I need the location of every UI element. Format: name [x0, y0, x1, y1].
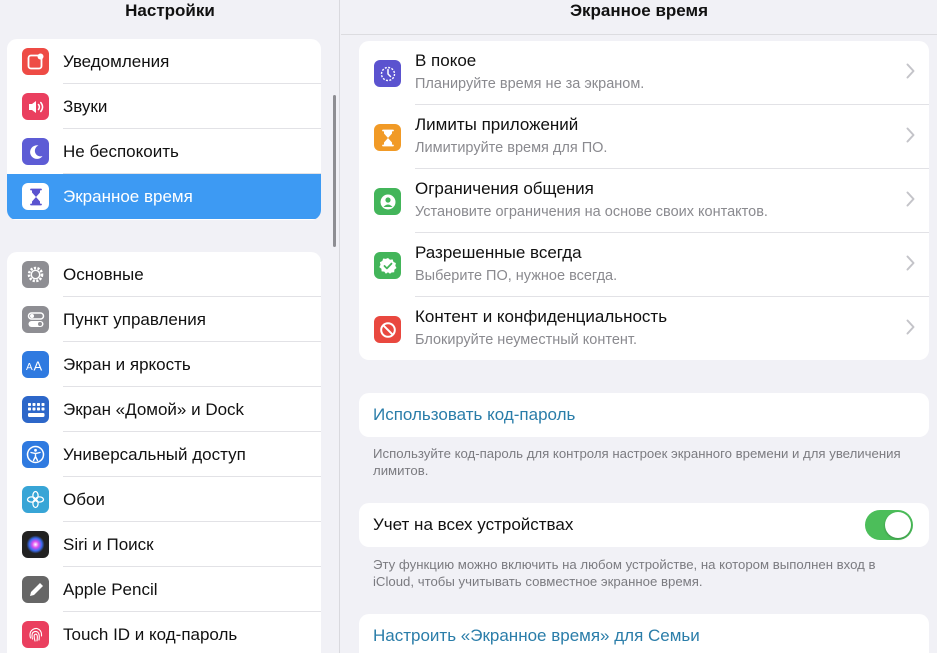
grid-icon: [22, 396, 49, 423]
sidebar-group-1: Уведомления Звуки Не беспокоить Экранное…: [7, 39, 321, 220]
scrollbar[interactable]: [333, 95, 336, 247]
share-across-devices-toggle[interactable]: [865, 510, 913, 540]
hourglass-icon: [374, 124, 401, 151]
sidebar-item-do-not-disturb[interactable]: Не беспокоить: [7, 129, 321, 174]
settings-sidebar: Настройки Уведомления Звуки Не беспокоит…: [0, 0, 340, 653]
share-across-devices-group: Учет на всех устройствах: [359, 503, 929, 547]
row-subtitle: Планируйте время не за экраном.: [415, 76, 645, 92]
passcode-group: Использовать код-пароль: [359, 393, 929, 437]
screen-time-pane: Экранное время В покое Планируйте время …: [341, 0, 937, 653]
sidebar-group-2: Основные Пункт управления AA Экран и ярк…: [7, 252, 321, 653]
checkmark-badge-icon: [374, 252, 401, 279]
hourglass-icon: [22, 183, 49, 210]
row-title: Контент и конфиденциальность: [415, 307, 668, 326]
gear-icon: [22, 261, 49, 288]
fingerprint-icon: [22, 621, 49, 648]
share-across-devices-label: Учет на всех устройствах: [373, 515, 574, 534]
sidebar-item-sounds[interactable]: Звуки: [7, 84, 321, 129]
family-group: Настроить «Экранное время» для Семьи: [359, 614, 929, 653]
flower-icon: [22, 486, 49, 513]
sidebar-item-label: Экран «Домой» и Dock: [63, 400, 245, 419]
sidebar-item-accessibility[interactable]: Универсальный доступ: [7, 432, 321, 477]
page-title: Экранное время: [569, 1, 709, 20]
setup-family-link[interactable]: Настроить «Экранное время» для Семьи: [373, 614, 700, 653]
text-size-icon: AA: [22, 351, 49, 378]
chevron-right-icon: [906, 191, 915, 207]
sidebar-item-label: Универсальный доступ: [63, 445, 246, 464]
header-divider: [341, 34, 937, 35]
sidebar-title: Настройки: [125, 1, 215, 20]
downtime-icon: [374, 60, 401, 87]
sidebar-item-wallpaper[interactable]: Обои: [7, 477, 321, 522]
sidebar-item-touch-id-passcode[interactable]: Touch ID и код-пароль: [7, 612, 321, 653]
chevron-right-icon: [906, 255, 915, 271]
sidebar-item-label: Звуки: [63, 97, 108, 116]
row-subtitle: Лимитируйте время для ПО.: [415, 140, 608, 156]
sidebar-item-home-screen-dock[interactable]: Экран «Домой» и Dock: [7, 387, 321, 432]
notifications-icon: [22, 48, 49, 75]
sidebar-item-display-brightness[interactable]: AA Экран и яркость: [7, 342, 321, 387]
pencil-icon: [22, 576, 49, 603]
row-title: Разрешенные всегда: [415, 243, 582, 262]
sidebar-item-general[interactable]: Основные: [7, 252, 321, 297]
sidebar-item-label: Siri и Поиск: [63, 535, 154, 554]
screen-time-features-group: В покое Планируйте время не за экраном. …: [359, 41, 929, 360]
devices-footer-text: Эту функцию можно включить на любом устр…: [373, 557, 876, 589]
restriction-icon: [374, 316, 401, 343]
row-content-privacy[interactable]: Контент и конфиденциальность Блокируйте …: [359, 297, 929, 360]
use-passcode-link[interactable]: Использовать код-пароль: [373, 393, 575, 437]
svg-text:A: A: [26, 362, 33, 372]
sidebar-item-label: Обои: [63, 490, 105, 509]
row-app-limits[interactable]: Лимиты приложений Лимитируйте время для …: [359, 105, 929, 169]
sidebar-item-label: Основные: [63, 265, 144, 284]
sidebar-item-siri-search[interactable]: Siri и Поиск: [7, 522, 321, 567]
sidebar-item-label: Уведомления: [63, 52, 170, 71]
passcode-footer-text: Используйте код-пароль для контроля наст…: [373, 446, 901, 478]
sidebar-item-screen-time[interactable]: Экранное время: [7, 174, 321, 219]
siri-icon: [22, 531, 49, 558]
row-subtitle: Установите ограничения на основе своих к…: [415, 204, 768, 220]
row-title: В покое: [415, 51, 477, 70]
sidebar-item-label: Пункт управления: [63, 310, 206, 329]
toggles-icon: [22, 306, 49, 333]
row-always-allowed[interactable]: Разрешенные всегда Выберите ПО, нужное в…: [359, 233, 929, 297]
speaker-icon: [22, 93, 49, 120]
contact-icon: [374, 188, 401, 215]
chevron-right-icon: [906, 127, 915, 143]
row-downtime[interactable]: В покое Планируйте время не за экраном.: [359, 41, 929, 105]
sidebar-item-label: Touch ID и код-пароль: [63, 625, 238, 644]
sidebar-item-notifications[interactable]: Уведомления: [7, 39, 321, 84]
row-subtitle: Блокируйте неуместный контент.: [415, 332, 637, 348]
sidebar-item-label: Не беспокоить: [63, 142, 179, 161]
row-communication-limits[interactable]: Ограничения общения Установите ограничен…: [359, 169, 929, 233]
sidebar-item-label: Экран и яркость: [63, 355, 191, 374]
chevron-right-icon: [906, 63, 915, 79]
sidebar-item-control-center[interactable]: Пункт управления: [7, 297, 321, 342]
sidebar-item-apple-pencil[interactable]: Apple Pencil: [7, 567, 321, 612]
sidebar-item-label: Apple Pencil: [63, 580, 158, 599]
row-title: Ограничения общения: [415, 179, 594, 198]
svg-text:A: A: [33, 358, 42, 372]
moon-icon: [22, 138, 49, 165]
row-subtitle: Выберите ПО, нужное всегда.: [415, 268, 618, 284]
chevron-right-icon: [906, 319, 915, 335]
row-title: Лимиты приложений: [415, 115, 579, 134]
accessibility-icon: [22, 441, 49, 468]
toggle-knob: [885, 512, 911, 538]
sidebar-item-label: Экранное время: [63, 187, 193, 206]
